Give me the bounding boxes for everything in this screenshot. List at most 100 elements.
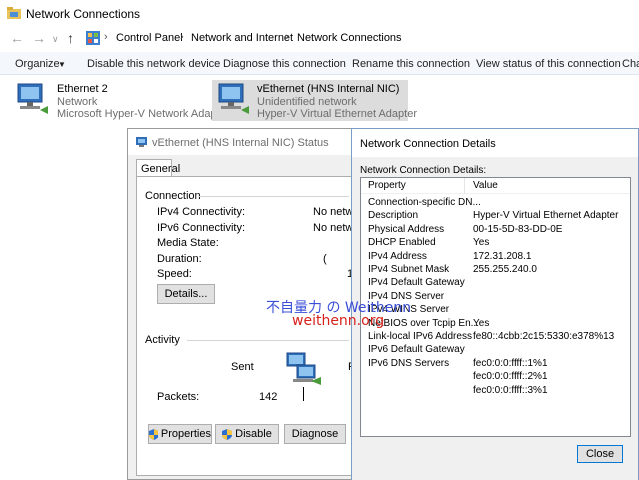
divider <box>187 340 349 341</box>
table-row[interactable]: IPv4 Address 172.31.208.1 <box>361 250 630 264</box>
command-toolbar: Organize ▼ Disable this network device D… <box>0 52 639 75</box>
chevron-down-icon[interactable]: ▼ <box>58 60 66 69</box>
diagnose-button[interactable]: Diagnose <box>284 424 346 444</box>
column-header-value[interactable]: Value <box>473 180 498 191</box>
packets-label: Packets: <box>157 391 200 403</box>
details-dialog-title-bar: Network Connection Details <box>352 129 638 157</box>
adapter-device: Microsoft Hyper-V Network Adap... <box>57 108 226 120</box>
adapter-ethernet-2[interactable]: Ethernet 2 Network Microsoft Hyper-V Net… <box>12 80 226 122</box>
properties-button-label: Properties <box>160 428 211 440</box>
watermark-line-2: weithenn.org <box>292 313 385 329</box>
property-cell: IPv4 Subnet Mask <box>368 264 450 275</box>
value-cell: fe80::4cbb:2c15:5330:e378%13 <box>473 331 615 342</box>
network-folder-icon <box>7 7 21 19</box>
property-cell: IPv4 Default Gateway <box>368 277 465 289</box>
close-button-label: Close <box>585 448 615 460</box>
window-title-bar: Network Connections <box>0 0 639 26</box>
adapter-status: Network <box>57 96 98 108</box>
value-cell: fec0:0:0:ffff::2%1 <box>473 371 548 383</box>
media-state-label: Media State: <box>157 237 219 249</box>
packets-sent-value: 142 <box>259 391 278 403</box>
value-cell: 255.255.240.0 <box>473 264 537 275</box>
table-row[interactable]: Description Hyper-V Virtual Ethernet Adap… <box>361 210 630 223</box>
change-settings-button[interactable]: Cha <box>622 58 639 70</box>
table-row[interactable]: Physical Address 00-15-5D-83-DD-0E <box>361 223 630 237</box>
shield-icon <box>149 428 158 440</box>
breadcrumb-control-panel[interactable]: Control Panel <box>116 32 183 44</box>
adapter-vethernet-hns[interactable]: vEthernet (HNS Internal NIC) Unidentifie… <box>212 80 417 121</box>
diagnose-connection-button[interactable]: Diagnose this connection <box>223 58 346 70</box>
table-row[interactable]: NetBIOS over Tcpip En... Yes <box>361 317 630 331</box>
property-cell: Physical Address <box>368 223 445 235</box>
value-cell: Hyper-V Virtual Ethernet Adapter <box>473 210 619 222</box>
forward-icon[interactable]: → <box>32 30 46 46</box>
property-cell: Connection-specific DN... <box>368 197 481 208</box>
activity-group-label: Activity <box>145 334 180 346</box>
network-adapter-icon <box>17 83 48 114</box>
control-panel-icon <box>86 31 100 45</box>
recent-locations-icon[interactable]: ∨ <box>52 34 59 45</box>
tab-general[interactable]: General <box>136 159 180 177</box>
table-row[interactable]: fec0:0:0:ffff::3%1 <box>361 384 630 398</box>
address-bar: ← → ∨ ↑ › Control Panel › Network and In… <box>0 26 639 52</box>
up-icon[interactable]: ↑ <box>67 30 74 46</box>
breadcrumb-separator: › <box>180 31 184 43</box>
disable-button[interactable]: Disable <box>215 424 279 444</box>
duration-value: ( <box>323 253 327 265</box>
diagnose-button-label: Diagnose <box>291 428 339 440</box>
divider <box>199 196 349 197</box>
adapter-name: vEthernet (HNS Internal NIC) <box>257 83 400 95</box>
ipv6-connectivity-label: IPv6 Connectivity: <box>157 222 246 234</box>
details-list-header: Property Value <box>361 178 630 194</box>
table-row[interactable]: IPv6 Default Gateway <box>361 344 630 357</box>
property-cell: DHCP Enabled <box>368 237 436 249</box>
speed-label: Speed: <box>157 268 192 280</box>
view-status-button[interactable]: View status of this connection <box>476 58 621 70</box>
back-icon[interactable]: ← <box>10 30 24 46</box>
properties-button[interactable]: Properties <box>148 424 212 444</box>
column-header-property[interactable]: Property <box>368 180 406 191</box>
property-cell: IPv4 Address <box>368 250 427 262</box>
table-row[interactable]: fec0:0:0:ffff::2%1 <box>361 371 630 384</box>
table-row[interactable]: IPv6 DNS Servers fec0:0:0:ffff::1%1 <box>361 357 630 371</box>
details-button[interactable]: Details... <box>157 284 215 304</box>
breadcrumb-network-connections[interactable]: Network Connections <box>297 32 402 44</box>
network-status-icon <box>136 137 147 147</box>
value-cell: Yes <box>473 237 490 249</box>
adapter-device: Hyper-V Virtual Ethernet Adapter <box>257 108 417 120</box>
activity-computers-icon <box>286 352 321 385</box>
table-row[interactable]: Connection-specific DN... <box>361 197 630 210</box>
close-button[interactable]: Close <box>577 445 623 463</box>
breadcrumb-separator: › <box>285 31 289 43</box>
property-cell: Description <box>368 210 419 222</box>
status-dialog-title: vEthernet (HNS Internal NIC) Status <box>152 137 329 149</box>
details-button-label: Details... <box>164 288 208 300</box>
property-cell: IPv6 Default Gateway <box>368 344 465 356</box>
property-cell: NetBIOS over Tcpip En... <box>368 317 479 329</box>
disable-button-label: Disable <box>235 428 272 440</box>
property-cell: IPv6 DNS Servers <box>368 357 450 369</box>
ipv4-connectivity-label: IPv4 Connectivity: <box>157 206 246 218</box>
details-subtitle: Network Connection Details: <box>360 165 487 176</box>
property-cell: Link-local IPv6 Address <box>368 331 472 342</box>
adapter-name: Ethernet 2 <box>57 83 108 95</box>
organize-menu[interactable]: Organize <box>15 58 60 70</box>
table-row[interactable]: DHCP Enabled Yes <box>361 237 630 250</box>
value-cell: fec0:0:0:ffff::3%1 <box>473 384 548 396</box>
table-row[interactable]: IPv4 Default Gateway <box>361 277 630 290</box>
adapter-status: Unidentified network <box>257 96 357 108</box>
rename-connection-button[interactable]: Rename this connection <box>352 58 470 70</box>
value-cell: 172.31.208.1 <box>473 250 532 262</box>
activity-divider <box>303 387 304 401</box>
network-adapter-icon <box>218 83 249 114</box>
status-dialog-title-bar: vEthernet (HNS Internal NIC) Status <box>128 129 364 155</box>
sent-label: Sent <box>231 361 254 373</box>
table-row[interactable]: Link-local IPv6 Address fe80::4cbb:2c15:5… <box>361 331 630 344</box>
disable-device-button[interactable]: Disable this network device <box>87 58 220 70</box>
breadcrumb-separator: › <box>104 31 108 43</box>
duration-label: Duration: <box>157 253 202 265</box>
connection-group-label: Connection <box>145 190 201 202</box>
breadcrumb-network-internet[interactable]: Network and Internet <box>191 32 293 44</box>
value-cell: 00-15-5D-83-DD-0E <box>473 223 563 235</box>
table-row[interactable]: IPv4 Subnet Mask 255.255.240.0 <box>361 264 630 277</box>
